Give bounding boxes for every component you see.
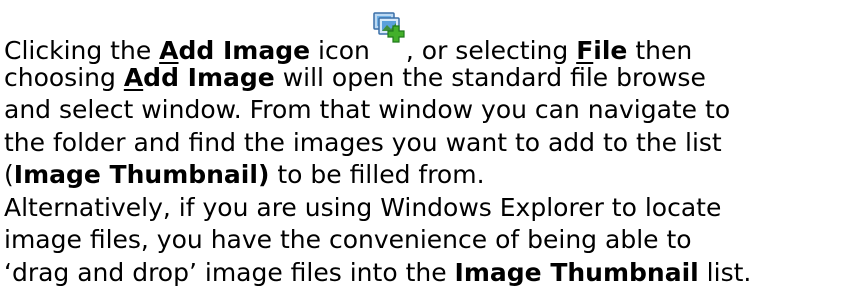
text-line: image files, you have the convenience of… [4,225,692,254]
text-span: list. [698,257,752,287]
text-span: ( [4,160,14,189]
file-menu-access-key: F [576,36,594,65]
text-line: Alternatively, if you are using Windows … [4,192,722,222]
add-image-label: dd Image [143,62,275,92]
image-thumbnail-term: Image Thumbnail [454,257,699,287]
text-span: , or selecting [405,36,577,65]
text-line: (Image Thumbnail) to be filled from. [4,159,864,192]
text-span: to be filled from. [269,160,485,189]
text-line: ‘drag and drop’ image files into the Ima… [4,257,864,290]
add-image-icon [372,12,406,63]
help-text: Clicking the Add Image icon , or selectin… [4,0,864,289]
text-line: choosing Add Image will open the standar… [4,62,864,95]
text-span: choosing [4,62,124,92]
add-image-access-key: A [123,62,144,92]
text-span: ‘drag and drop’ image files into the [4,257,455,287]
image-thumbnail-term: Image Thumbnail) [13,160,270,189]
file-menu-label: ile [593,36,628,65]
text-line: and select window. From that window you … [4,95,731,124]
text-span: icon [310,36,370,65]
text-line: Clicking the Add Image icon , or selectin… [4,12,864,65]
add-image-label: dd Image [178,36,311,65]
text-line: the folder and find the images you want … [4,127,722,157]
text-span: will open the standard file browse [274,62,706,92]
text-span: Clicking the [4,36,160,65]
add-image-access-key: A [159,36,179,65]
text-span: then [627,36,693,65]
